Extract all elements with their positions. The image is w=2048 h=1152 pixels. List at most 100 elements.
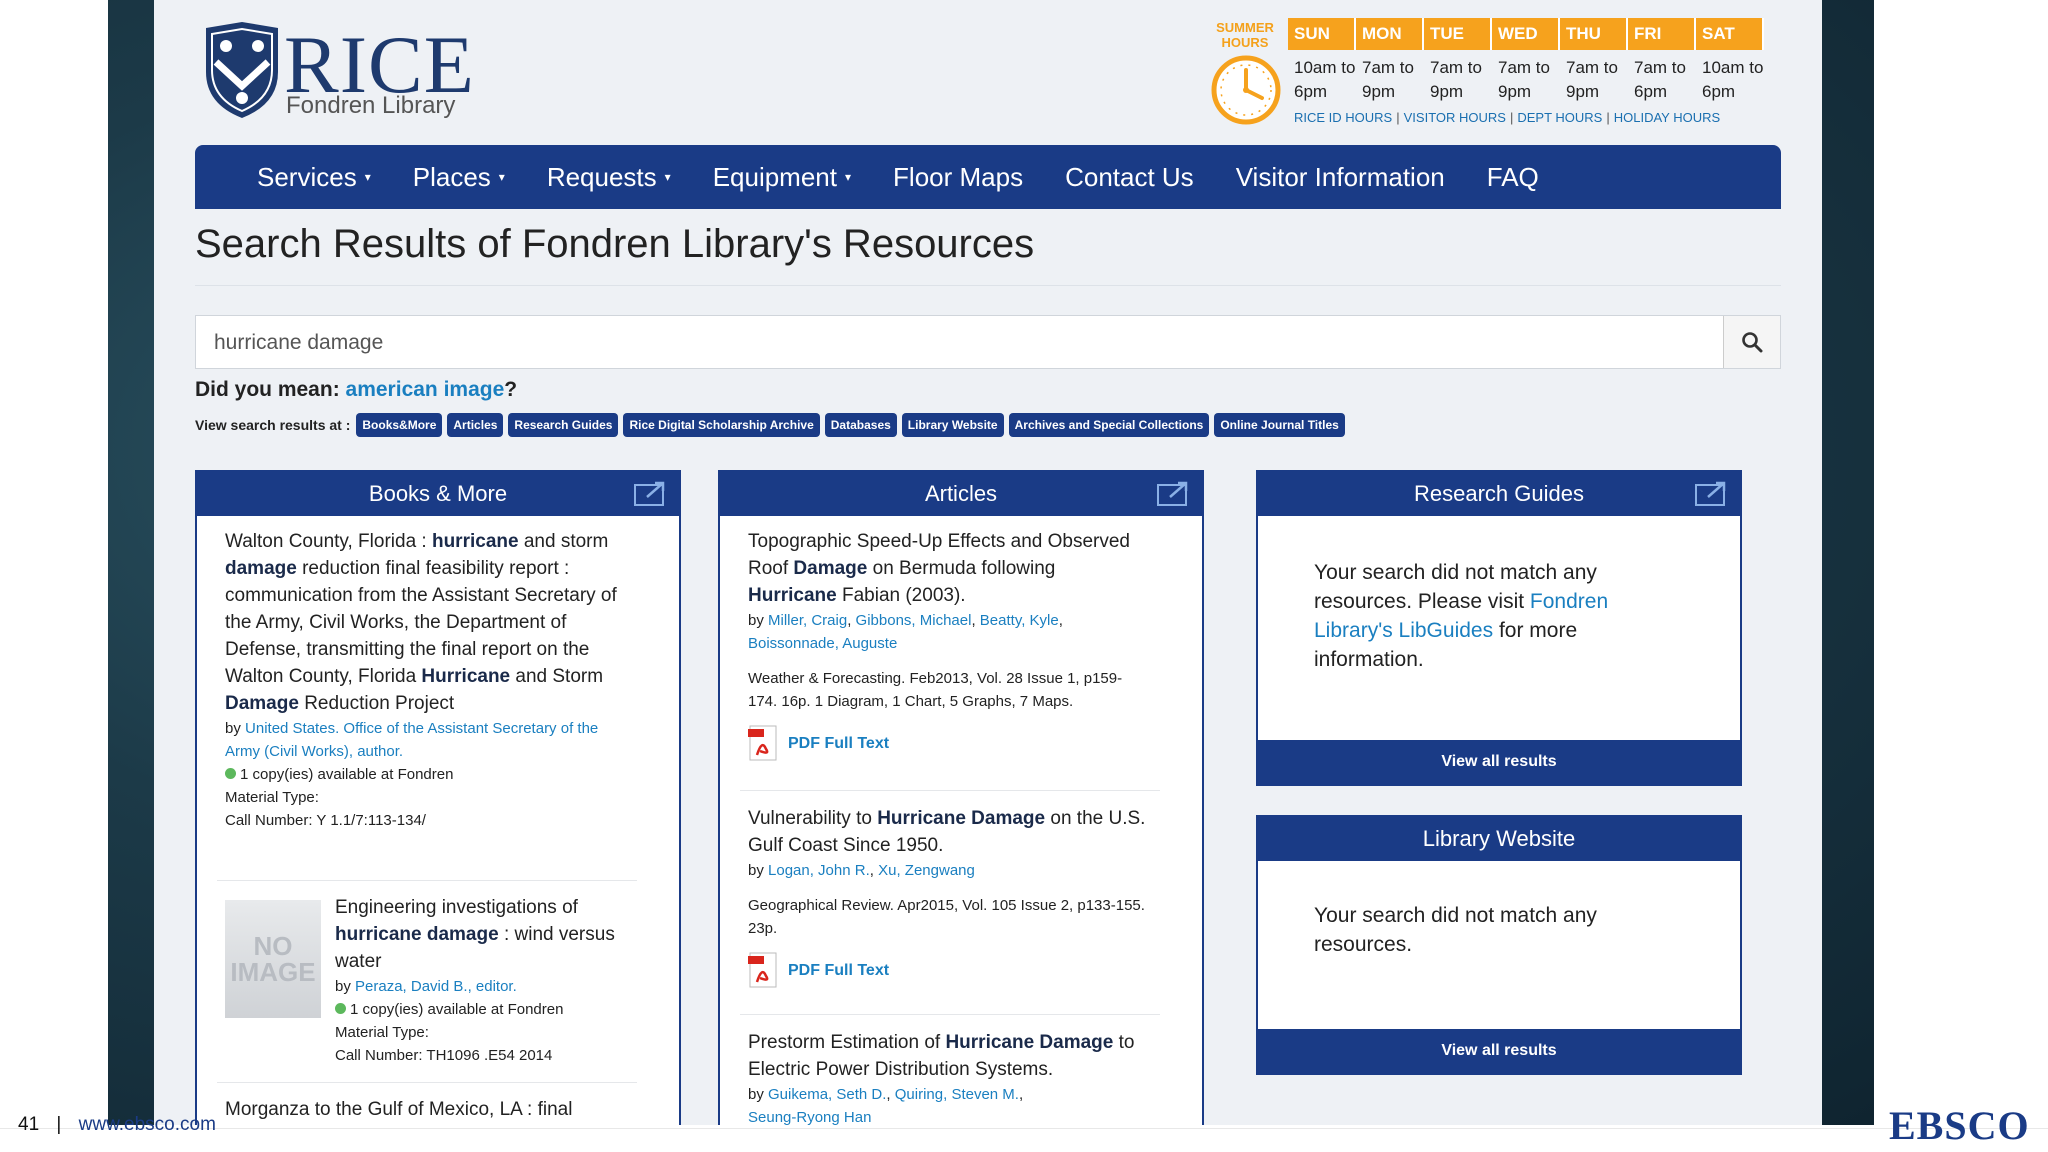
pdf-icon	[748, 952, 777, 988]
author-link[interactable]: Miller, Craig	[768, 612, 847, 629]
open-time: 7am to	[1362, 58, 1414, 77]
author-link[interactable]: Xu, Zengwang	[878, 862, 975, 879]
result-source: Geographical Review. Apr2015, Vol. 105 I…	[748, 897, 1145, 937]
external-link-icon[interactable]	[633, 481, 669, 507]
material-type: Material Type:	[225, 789, 319, 806]
visitor-hours-link[interactable]: VISITOR HOURS	[1404, 110, 1506, 125]
result-title[interactable]: Walton County, Florida : hurricane and s…	[225, 528, 625, 717]
nav-floor-maps[interactable]: Floor Maps	[893, 162, 1023, 193]
external-link-icon[interactable]	[1156, 481, 1192, 507]
view-all-results-button[interactable]: View all results	[1258, 740, 1740, 784]
result-authors: by Miller, Craig, Gibbons, Michael, Beat…	[748, 612, 1063, 652]
book-result-3[interactable]: Morganza to the Gulf of Mexico, LA : fin…	[225, 1096, 625, 1123]
search-button[interactable]	[1723, 316, 1780, 368]
author-link[interactable]: Beatty, Kyle	[980, 612, 1059, 629]
close-time: 9pm	[1498, 82, 1532, 101]
pdf-label: PDF Full Text	[788, 734, 890, 752]
book-result-2[interactable]: Engineering investigations of hurricane …	[335, 894, 625, 1067]
panel-title: Books & More	[368, 481, 508, 506]
caret-down-icon: ▾	[364, 170, 371, 184]
author-link[interactable]: Gibbons, Michael	[856, 612, 972, 629]
suggestion-link[interactable]: american image	[346, 378, 505, 401]
call-number: Call Number: Y 1.1/7:113-134/	[225, 812, 426, 829]
ebsco-logo: EBSCO	[1889, 1103, 2030, 1148]
target-digital-scholarship-archive[interactable]: Rice Digital Scholarship Archive	[623, 413, 820, 437]
close-time: 9pm	[1362, 82, 1396, 101]
result-authors: by Guikema, Seth D., Quiring, Steven M.,…	[748, 1086, 1024, 1125]
result-title[interactable]: Morganza to the Gulf of Mexico, LA : fin…	[225, 1099, 572, 1120]
target-research-guides[interactable]: Research Guides	[508, 413, 619, 437]
availability: 1 copy(ies) available at Fondren	[335, 998, 625, 1021]
slide-footer: 41 | www.ebsco.com	[18, 1114, 216, 1136]
day-header: FRI	[1628, 18, 1696, 50]
hours-grid: SUN 10am to 6pm MON 7am to 9pm TUE 7am to 9pm …	[1288, 18, 1764, 104]
external-link-icon[interactable]	[1694, 481, 1730, 507]
nav-places[interactable]: Places ▾	[413, 162, 505, 193]
result-title[interactable]: Prestorm Estimation of Hurricane Damage …	[748, 1029, 1148, 1083]
page-number: 41	[18, 1114, 40, 1135]
target-books-more[interactable]: Books&More	[356, 413, 443, 437]
rice-logo[interactable]: RICE Fondren Library	[202, 22, 474, 122]
title-divider	[195, 285, 1781, 286]
search-input[interactable]	[212, 316, 1716, 370]
research-guides-panel: Research Guides Your search did not matc…	[1256, 470, 1742, 786]
nav-requests[interactable]: Requests ▾	[547, 162, 671, 193]
day-hours: 7am to 9pm	[1492, 50, 1560, 104]
pdf-full-text-link[interactable]: PDF Full Text	[748, 952, 1148, 988]
day-header: SUN	[1288, 18, 1356, 50]
article-result-2[interactable]: Vulnerability to Hurricane Damage on the…	[748, 805, 1148, 988]
panel-header: Articles	[720, 472, 1202, 516]
result-title[interactable]: Vulnerability to Hurricane Damage on the…	[748, 805, 1148, 859]
summer-hours-widget: SUMMER HOURS SUN 10am to 6pm MON 7am to 9pm …	[1210, 18, 1786, 130]
panel-header: Books & More	[197, 472, 679, 516]
article-result-3[interactable]: Prestorm Estimation of Hurricane Damage …	[748, 1029, 1148, 1125]
nav-contact-us[interactable]: Contact Us	[1065, 162, 1194, 193]
article-result-1[interactable]: Topographic Speed-Up Effects and Observe…	[748, 528, 1148, 761]
author-link[interactable]: Boissonnade, Auguste	[748, 635, 897, 652]
target-databases[interactable]: Databases	[824, 413, 897, 437]
author-link[interactable]: Logan, John R.	[768, 862, 870, 879]
author-link[interactable]: United States. Office of the Assistant S…	[225, 720, 598, 760]
call-number: Call Number: TH1096 .E54 2014	[335, 1047, 553, 1064]
day-hours: 7am to 9pm	[1424, 50, 1492, 104]
target-archives[interactable]: Archives and Special Collections	[1008, 413, 1210, 437]
day-hours: 7am to 9pm	[1356, 50, 1424, 104]
panel-header: Library Website	[1258, 817, 1740, 861]
target-articles[interactable]: Articles	[447, 413, 504, 437]
panel-title: Articles	[924, 481, 998, 506]
view-results-label: View search results at :	[195, 417, 351, 433]
author-link[interactable]: Quiring, Steven M.	[895, 1086, 1019, 1103]
target-online-journal-titles[interactable]: Online Journal Titles	[1214, 413, 1345, 437]
ebsco-url[interactable]: www.ebsco.com	[79, 1114, 216, 1135]
target-library-website[interactable]: Library Website	[901, 413, 1004, 437]
summer-label: SUMMER	[1216, 20, 1274, 35]
dept-hours-link[interactable]: DEPT HOURS	[1517, 110, 1602, 125]
pdf-label: PDF Full Text	[788, 961, 890, 979]
author-link[interactable]: Guikema, Seth D.	[768, 1086, 886, 1103]
nav-equipment[interactable]: Equipment ▾	[713, 162, 851, 193]
close-time: 6pm	[1294, 82, 1328, 101]
caret-down-icon: ▾	[845, 170, 852, 184]
result-title[interactable]: Engineering investigations of hurricane …	[335, 894, 625, 975]
day-hours: 10am to 6pm	[1696, 50, 1764, 104]
author-link[interactable]: Seung-Ryong Han	[748, 1109, 871, 1125]
summer-hours-badge: SUMMER HOURS	[1210, 20, 1280, 50]
available-dot-icon	[225, 768, 236, 779]
holiday-hours-link[interactable]: HOLIDAY HOURS	[1614, 110, 1720, 125]
pdf-full-text-link[interactable]: PDF Full Text	[748, 725, 1148, 761]
rice-id-hours-link[interactable]: RICE ID HOURS	[1294, 110, 1392, 125]
nav-faq[interactable]: FAQ	[1487, 162, 1539, 193]
nav-label: Services	[257, 161, 357, 192]
author-link[interactable]: Peraza, David B., editor.	[355, 978, 517, 995]
nav-services[interactable]: Services ▾	[257, 162, 371, 193]
book-result-1[interactable]: Walton County, Florida : hurricane and s…	[225, 528, 625, 832]
pdf-icon	[748, 725, 777, 761]
result-title[interactable]: Topographic Speed-Up Effects and Observe…	[748, 528, 1148, 609]
close-time: 6pm	[1634, 82, 1668, 101]
nav-visitor-information[interactable]: Visitor Information	[1236, 162, 1445, 193]
view-all-results-button[interactable]: View all results	[1258, 1029, 1740, 1073]
availability: 1 copy(ies) available at Fondren	[225, 763, 625, 786]
day-header: TUE	[1424, 18, 1492, 50]
day-header: MON	[1356, 18, 1424, 50]
day-hours: 10am to 6pm	[1288, 50, 1356, 104]
